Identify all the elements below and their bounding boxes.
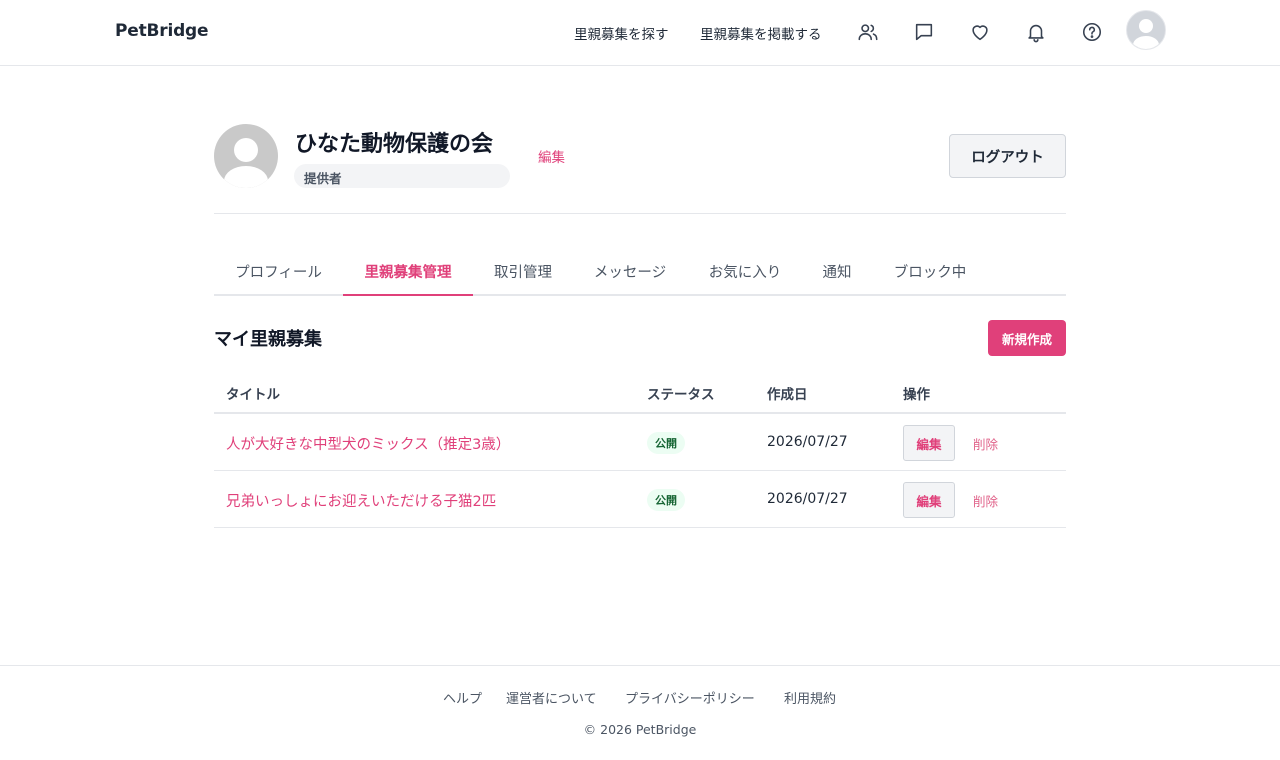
tab-notifications[interactable]: 通知 <box>803 246 871 296</box>
avatar-head-shape <box>1139 19 1153 33</box>
header-avatar[interactable] <box>1126 10 1166 50</box>
edit-profile-link[interactable]: 編集 <box>538 146 565 166</box>
status-badge: 公開 <box>647 489 685 511</box>
listing-title-link[interactable]: 兄弟いっしょにお迎えいただける子猫2匹 <box>226 490 496 511</box>
profile-name: ひなた動物保護の会 <box>295 132 494 157</box>
edit-listing-button[interactable]: 編集 <box>903 425 955 461</box>
footer-link-privacy[interactable]: プライバシーポリシー <box>625 688 755 707</box>
footer-link-help[interactable]: ヘルプ <box>443 688 482 707</box>
column-header-status: ステータス <box>647 387 715 403</box>
tab-listing-management[interactable]: 里親募集管理 <box>343 246 473 296</box>
help-icon[interactable] <box>1080 20 1104 44</box>
nav-find-listings[interactable]: 里親募集を探す <box>574 23 669 43</box>
avatar-body-shape <box>1133 36 1159 49</box>
delete-listing-link[interactable]: 削除 <box>973 434 998 453</box>
tab-messages[interactable]: メッセージ <box>573 246 687 296</box>
edit-listing-button[interactable]: 編集 <box>903 482 955 518</box>
profile-avatar-body <box>224 166 268 188</box>
footer-link-terms[interactable]: 利用規約 <box>784 688 836 707</box>
section-title: マイ里親募集 <box>214 329 322 350</box>
delete-listing-link[interactable]: 削除 <box>973 491 998 510</box>
table-row: 人が大好きな中型犬のミックス（推定3歳） 公開 2026/07/27 編集 削除 <box>214 414 1066 471</box>
site-logo[interactable]: PetBridge <box>115 21 209 41</box>
users-icon[interactable] <box>856 20 880 44</box>
profile-divider <box>214 213 1066 214</box>
column-header-actions: 操作 <box>903 387 930 403</box>
status-badge: 公開 <box>647 432 685 454</box>
tab-favorites[interactable]: お気に入り <box>687 246 803 296</box>
column-header-title: タイトル <box>226 387 280 403</box>
profile-tabs: プロフィール 里親募集管理 取引管理 メッセージ お気に入り 通知 ブロック中 <box>214 246 1066 296</box>
site-footer: ヘルプ 運営者について プライバシーポリシー 利用規約 © 2026 PetBr… <box>0 665 1280 760</box>
created-date: 2026/07/27 <box>767 434 848 450</box>
listings-table: タイトル ステータス 作成日 操作 人が大好きな中型犬のミックス（推定3歳） 公… <box>214 370 1066 528</box>
new-listing-button[interactable]: 新規作成 <box>988 320 1066 356</box>
table-row: 兄弟いっしょにお迎えいただける子猫2匹 公開 2026/07/27 編集 削除 <box>214 471 1066 528</box>
tab-transactions[interactable]: 取引管理 <box>473 246 573 296</box>
table-header: タイトル ステータス 作成日 操作 <box>214 370 1066 414</box>
profile-avatar-head <box>234 138 258 162</box>
column-header-created: 作成日 <box>767 387 808 403</box>
heart-icon[interactable] <box>968 20 992 44</box>
tab-profile[interactable]: プロフィール <box>214 246 343 296</box>
role-badge: 提供者 <box>294 164 510 188</box>
copyright-text: © 2026 PetBridge <box>583 722 697 737</box>
listing-title-link[interactable]: 人が大好きな中型犬のミックス（推定3歳） <box>226 433 510 454</box>
created-date: 2026/07/27 <box>767 491 848 507</box>
nav-post-listing[interactable]: 里親募集を掲載する <box>700 23 822 43</box>
footer-link-about[interactable]: 運営者について <box>506 688 597 707</box>
logout-button[interactable]: ログアウト <box>949 134 1066 178</box>
tab-blocked[interactable]: ブロック中 <box>871 246 989 296</box>
top-header: PetBridge 里親募集を探す 里親募集を掲載する <box>0 0 1280 66</box>
message-icon[interactable] <box>912 20 936 44</box>
bell-icon[interactable] <box>1024 20 1048 44</box>
profile-avatar <box>214 124 278 188</box>
